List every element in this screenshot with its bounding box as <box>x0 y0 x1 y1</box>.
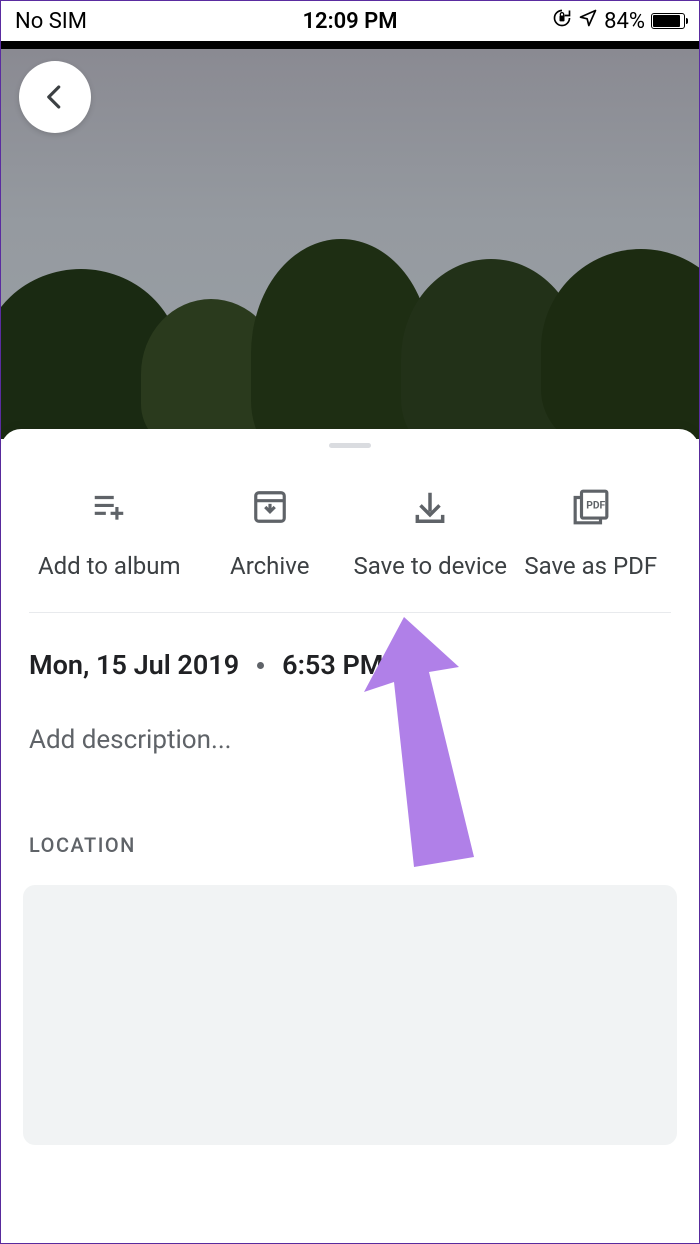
photo-preview[interactable] <box>1 49 699 439</box>
add-to-album-button[interactable]: Add to album <box>29 488 190 582</box>
save-as-pdf-label: Save as PDF <box>524 550 657 582</box>
battery-percent: 84% <box>604 9 645 34</box>
status-bar: No SIM 12:09 PM 84% <box>1 1 699 41</box>
add-to-album-label: Add to album <box>38 550 181 582</box>
save-to-device-label: Save to device <box>354 550 507 582</box>
datetime-row[interactable]: Mon, 15 Jul 2019 6:53 PM <box>1 613 699 681</box>
pdf-icon: PDF <box>572 488 610 526</box>
status-right-group: 84% <box>552 8 685 34</box>
top-border-strip <box>1 41 699 49</box>
playlist-add-icon <box>90 488 128 526</box>
location-section-label: LOCATION <box>1 755 699 857</box>
carrier-label: No SIM <box>15 9 87 34</box>
archive-icon <box>251 488 289 526</box>
action-row: Add to album Archive Save to device <box>29 448 671 613</box>
description-input[interactable]: Add description... <box>1 681 699 755</box>
archive-label: Archive <box>230 550 309 582</box>
save-as-pdf-button[interactable]: PDF Save as PDF <box>511 488 672 582</box>
photo-date: Mon, 15 Jul 2019 <box>29 649 239 681</box>
location-arrow-icon <box>578 8 598 34</box>
clock: 12:09 PM <box>302 9 397 34</box>
back-button[interactable] <box>19 61 91 133</box>
photo-time: 6:53 PM <box>282 649 383 681</box>
save-to-device-button[interactable]: Save to device <box>350 488 511 582</box>
photo-foreground <box>1 259 699 439</box>
battery-icon <box>651 13 685 29</box>
separator-dot <box>257 662 264 669</box>
archive-button[interactable]: Archive <box>190 488 351 582</box>
rotation-lock-icon <box>552 8 572 34</box>
chevron-left-icon <box>40 82 70 112</box>
description-placeholder: Add description... <box>29 725 232 755</box>
details-sheet: Add to album Archive Save to device <box>1 429 699 1243</box>
svg-text:PDF: PDF <box>586 499 605 512</box>
download-icon <box>411 488 449 526</box>
location-map[interactable] <box>23 885 677 1145</box>
